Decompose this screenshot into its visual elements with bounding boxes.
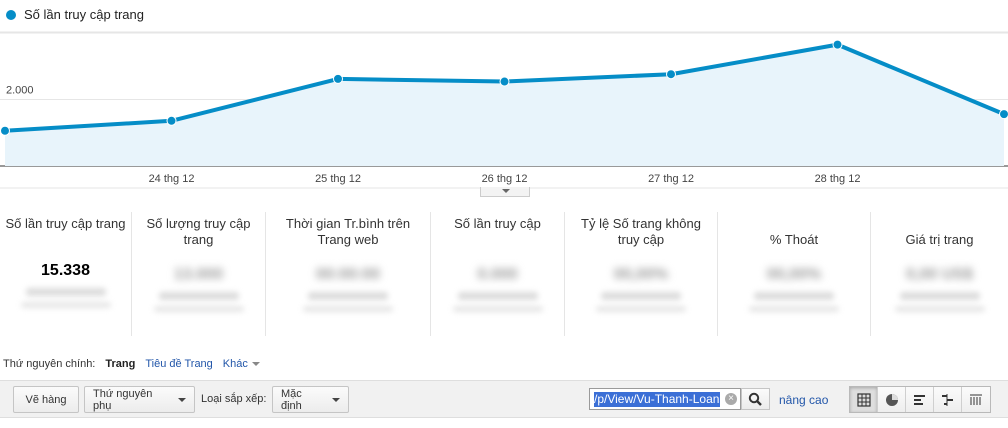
scorecard-name: Tỷ lệ Số trang không truy cập (581, 216, 701, 247)
chevron-down-icon (332, 397, 340, 402)
secondary-dimension-dropdown[interactable]: Thứ nguyên phụ (84, 386, 195, 413)
scorecard-subtext (894, 306, 985, 312)
scorecard-page-value[interactable]: Giá trị trang 0,00 US$ (871, 212, 1008, 336)
primary-dimension-label: Thứ nguyên chính: (3, 358, 96, 370)
x-tick-label: 27 thg 12 (648, 173, 694, 185)
plot-rows-button[interactable]: Vẽ hàng (13, 386, 79, 413)
scorecard-subtext (20, 302, 111, 308)
scorecard-subtext (754, 292, 834, 300)
search-button[interactable] (741, 388, 770, 410)
scorecard-subtext (749, 306, 839, 312)
scorecard-subtext (158, 292, 239, 300)
scorecard-entrances[interactable]: Số lần truy cập 0.000 (431, 212, 565, 336)
scorecard-name: Số lượng truy cập trang (146, 216, 251, 247)
scorecard-subtext (303, 306, 393, 312)
comparison-view-button[interactable] (934, 387, 962, 412)
scorecard-subtext (25, 288, 106, 296)
y-tick-label: 2.000 (6, 85, 34, 97)
x-tick-label: 28 thg 12 (815, 173, 861, 185)
chart-svg: 4.000 2.000 24 thg 12 25 thg 12 26 thg 12 27 … (0, 28, 1008, 189)
sort-type-label: Loại sắp xếp: (201, 393, 267, 405)
dimension-other-label: Khác (222, 358, 248, 370)
line-chart[interactable]: 4.000 2.000 24 thg 12 25 thg 12 26 thg 12 27 … (0, 28, 1008, 198)
data-point (666, 69, 676, 80)
scorecard-value: 13.000 (174, 266, 223, 283)
search-icon (748, 392, 762, 406)
chart-legend[interactable]: Số lần truy cập trang (6, 7, 144, 22)
scorecard-subtext (153, 306, 244, 312)
scorecard-subtext (601, 292, 681, 300)
pie-view-button[interactable] (878, 387, 906, 412)
x-tick-label: 26 thg 12 (482, 173, 528, 185)
data-point (832, 39, 843, 50)
scorecard-name: Số lần truy cập (454, 216, 541, 231)
y-tick-label: 4.000 (6, 28, 34, 30)
scorecard-value: 00:00:00 (315, 266, 381, 283)
x-tick-label: 25 thg 12 (315, 173, 361, 185)
table-toolbar: Vẽ hàng Thứ nguyên phụ Loại sắp xếp: Mặc… (0, 380, 1008, 418)
chevron-down-icon (178, 397, 186, 402)
area-fill (5, 44, 1004, 167)
pivot-icon (970, 394, 982, 405)
scorecard-value: 00,00% (766, 266, 822, 283)
data-point (166, 115, 177, 126)
scorecard-value: 00,00% (613, 266, 669, 283)
collapse-chart-handle[interactable] (480, 187, 530, 197)
primary-dimension-bar: Thứ nguyên chính: Trang Tiêu đề Trang Kh… (3, 358, 260, 370)
series-dot (6, 9, 16, 20)
sort-type-dropdown[interactable]: Mặc định (272, 386, 349, 413)
view-switcher (849, 386, 991, 413)
advanced-filter-link[interactable]: nâng cao (779, 393, 828, 407)
data-point (999, 109, 1008, 120)
x-tick-label: 24 thg 12 (149, 173, 195, 185)
scorecard-name: Số lần truy cập trang (5, 216, 126, 231)
scorecard-name: Giá trị trang (905, 232, 974, 247)
chevron-down-icon (251, 362, 260, 366)
dimension-other-dropdown[interactable]: Khác (223, 358, 260, 370)
scorecard-name: % Thoát (769, 232, 819, 247)
secondary-dimension-label: Thứ nguyên phụ (93, 387, 153, 412)
scorecard-subtext (308, 292, 388, 300)
scorecard-name: Thời gian Tr.bình trên Trang web (285, 216, 411, 247)
data-point (333, 73, 343, 84)
bar-icon (913, 394, 925, 405)
search-input[interactable]: /p/View/Vu-Thanh-Loan × (589, 388, 741, 410)
plot-rows-label: Vẽ hàng (25, 393, 67, 406)
search-input-value: /p/View/Vu-Thanh-Loan (594, 392, 720, 407)
sort-type-value: Mặc định (281, 387, 302, 412)
scorecard-subtext (899, 292, 980, 300)
scorecard-subtext (596, 306, 686, 312)
scorecard-bounce-rate[interactable]: Tỷ lệ Số trang không truy cập 00,00% (565, 212, 718, 336)
dimension-page-title[interactable]: Tiêu đề Trang (145, 358, 212, 370)
pie-icon (885, 393, 898, 406)
dimension-page[interactable]: Trang (105, 358, 135, 370)
bar-view-button[interactable] (906, 387, 934, 412)
legend-label: Số lần truy cập trang (24, 7, 144, 22)
table-view-button[interactable] (850, 387, 878, 412)
scorecard-row: Số lần truy cập trang 15.338 Số lượng tr… (0, 212, 1008, 336)
scorecard-subtext (457, 292, 538, 300)
scorecard-value: 0,00 US$ (906, 266, 973, 283)
comparison-icon (941, 393, 953, 406)
scorecard-subtext (452, 306, 543, 312)
data-point (499, 76, 510, 87)
scorecard-unique-pageviews[interactable]: Số lượng truy cập trang 13.000 (132, 212, 266, 336)
table-icon (856, 392, 871, 407)
scorecard-avg-time[interactable]: Thời gian Tr.bình trên Trang web 00:00:0… (266, 212, 431, 336)
clear-icon[interactable]: × (725, 393, 737, 405)
scorecard-exit-rate[interactable]: % Thoát 00,00% (718, 212, 871, 336)
scorecard-value: 15.338 (41, 262, 90, 279)
scorecard-value: 0.000 (477, 266, 518, 283)
data-point (0, 125, 10, 136)
pivot-view-button[interactable] (962, 387, 990, 412)
scorecard-pageviews[interactable]: Số lần truy cập trang 15.338 (0, 212, 132, 336)
